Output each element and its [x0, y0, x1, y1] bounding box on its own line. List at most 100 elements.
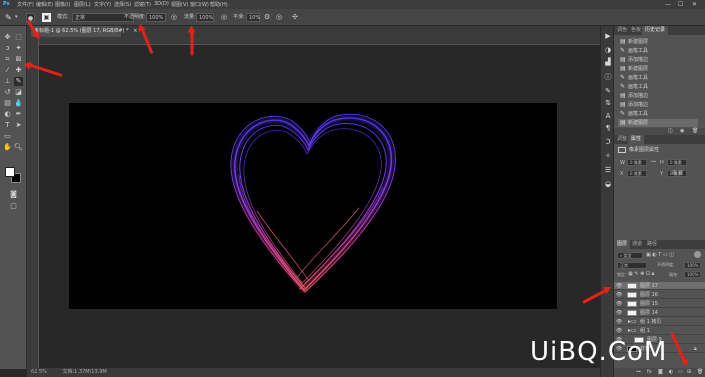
- tab-layers[interactable]: 图层: [614, 240, 631, 249]
- history-item[interactable]: ✎ 画笔工具: [618, 110, 698, 118]
- play-icon[interactable]: ▶: [604, 32, 612, 40]
- glyphs-icon[interactable]: ℑ: [604, 138, 612, 146]
- menu-item-file[interactable]: 文件(F): [17, 1, 34, 8]
- blend-mode-select[interactable]: 正常: [617, 262, 647, 269]
- eye-icon[interactable]: 👁︎: [616, 291, 622, 299]
- airbrush-icon[interactable]: ◎: [221, 13, 227, 22]
- history-item[interactable]: ✎ 画笔工具: [618, 47, 698, 55]
- history-item[interactable]: ✎ 画笔工具: [618, 74, 698, 82]
- group-row[interactable]: 👁︎ ▸▭ 组 1: [614, 327, 705, 335]
- filter-toggle[interactable]: [694, 251, 701, 258]
- clone-source-icon[interactable]: ⇅: [604, 99, 612, 107]
- type-tool-icon[interactable]: T: [3, 121, 12, 130]
- magic-wand-icon[interactable]: ✦: [14, 44, 23, 53]
- smoothing-field[interactable]: 10%: [246, 13, 260, 22]
- trash-icon[interactable]: 🗑︎: [692, 128, 698, 134]
- history-item[interactable]: ▤ 添加描边: [618, 92, 698, 100]
- menu-item-help[interactable]: 帮助(H): [210, 1, 228, 8]
- history-item[interactable]: ▤ 添加描边: [618, 56, 698, 64]
- eye-icon[interactable]: 👁︎: [616, 282, 622, 290]
- eye-icon[interactable]: 👁︎: [616, 327, 622, 335]
- menu-item-edit[interactable]: 编辑(E): [36, 1, 53, 8]
- dodge-tool-icon[interactable]: ◐: [3, 110, 12, 119]
- lock-icons[interactable]: ▦ ✎ ✥ ⊡ 🔒︎: [628, 271, 654, 277]
- clone-stamp-icon[interactable]: ⊥: [3, 77, 12, 86]
- path-selection-icon[interactable]: ➤: [14, 121, 23, 130]
- brush-settings-icon[interactable]: ✎: [604, 87, 612, 95]
- history-item[interactable]: ▤ 新建图层: [618, 38, 698, 46]
- adjustment-layer-icon[interactable]: ◐: [669, 369, 673, 375]
- foreground-color-swatch[interactable]: [5, 167, 15, 177]
- menu-item-select[interactable]: 选择(S): [114, 1, 131, 8]
- document-canvas[interactable]: [69, 103, 557, 309]
- menu-item-filter[interactable]: 滤镜(T): [134, 1, 151, 8]
- brush-settings-icon[interactable]: ▣: [42, 13, 51, 22]
- menu-item-image[interactable]: 图像(I): [55, 1, 70, 8]
- mask-icon[interactable]: ◙: [658, 369, 663, 375]
- new-layer-icon[interactable]: ⊞: [687, 369, 691, 375]
- opacity-field[interactable]: 100%: [146, 13, 166, 22]
- gear-icon[interactable]: ⚙: [264, 13, 270, 22]
- adjust-icon[interactable]: ◒: [604, 180, 612, 188]
- zoom-tool-icon[interactable]: 🔍︎: [14, 143, 23, 152]
- history-item[interactable]: ✎ 画笔工具: [618, 83, 698, 91]
- layer-row[interactable]: 👁︎ 图层 15: [614, 300, 705, 308]
- pressure-opacity-icon[interactable]: ◎: [171, 13, 177, 22]
- height-field[interactable]: 0 像素: [667, 159, 687, 166]
- blur-tool-icon[interactable]: 💧: [14, 99, 23, 108]
- info-icon[interactable]: ⓘ: [604, 73, 612, 81]
- close-button[interactable]: ✕: [692, 1, 697, 8]
- eye-icon[interactable]: 👁︎: [616, 300, 622, 308]
- layer-opacity-field[interactable]: 100%: [684, 262, 701, 269]
- trash-icon[interactable]: 🗑︎: [697, 369, 703, 375]
- group-row[interactable]: 👁︎ ▸▭ 组 1 拷贝: [614, 318, 705, 326]
- x-field[interactable]: 0 像素: [627, 170, 647, 177]
- styles-icon[interactable]: ✧: [604, 152, 612, 160]
- layer-row[interactable]: 👁︎ 图层 16: [614, 291, 705, 299]
- menu-item-type[interactable]: 文字(Y): [94, 1, 111, 8]
- layer-row[interactable]: 👁︎ 图层 14: [614, 309, 705, 317]
- layer-filter-icons[interactable]: ▣ ◐ T ▭ ◫: [646, 252, 674, 258]
- brush-tool-icon[interactable]: ✎: [5, 13, 12, 22]
- menu-item-window[interactable]: 窗口(W): [190, 1, 209, 8]
- frame-tool-icon[interactable]: ⊠: [14, 55, 23, 64]
- tab-properties[interactable]: 属性: [628, 135, 645, 144]
- gradient-tool-icon[interactable]: ▤: [3, 99, 12, 108]
- fx-icon[interactable]: fx: [647, 369, 652, 375]
- menu-item-layer[interactable]: 图层(L): [74, 1, 91, 8]
- flow-field[interactable]: 100%: [196, 13, 214, 22]
- symmetry-icon[interactable]: ✣: [292, 13, 298, 22]
- marquee-tool-icon[interactable]: ⬚: [14, 33, 23, 42]
- tab-channels[interactable]: 通道: [629, 240, 645, 249]
- eye-icon[interactable]: 👁︎: [616, 318, 622, 326]
- histogram-icon[interactable]: ▟: [604, 58, 612, 66]
- pen-tool-icon[interactable]: ✒: [14, 110, 23, 119]
- snapshot-icon[interactable]: ◫: [668, 128, 673, 134]
- tab-paths[interactable]: 路径: [644, 240, 660, 249]
- camera-icon[interactable]: ◉: [680, 128, 684, 134]
- history-item[interactable]: ▤ 添加描边: [618, 101, 698, 109]
- menu-item-3d[interactable]: 3D(D): [154, 1, 169, 7]
- history-brush-icon[interactable]: ↺: [3, 88, 12, 97]
- pressure-size-icon[interactable]: ◎: [276, 13, 282, 22]
- layer-row-selected[interactable]: 👁︎ 图层 17: [614, 282, 705, 290]
- tab-history[interactable]: 历史记录: [642, 26, 669, 35]
- eraser-icon[interactable]: ◪: [14, 88, 23, 97]
- eyedropper-icon[interactable]: ⁄: [3, 66, 12, 75]
- link-icon[interactable]: ⊶: [651, 159, 656, 165]
- lasso-tool-icon[interactable]: ↄ: [3, 44, 12, 53]
- minimize-button[interactable]: —: [665, 1, 671, 8]
- history-item-selected[interactable]: ▤ 新建图层: [618, 119, 698, 127]
- maximize-button[interactable]: ☐: [678, 1, 683, 8]
- shape-tool-icon[interactable]: ▭: [3, 132, 12, 141]
- move-tool-icon[interactable]: ✥: [3, 33, 12, 42]
- fill-field[interactable]: 100%: [684, 271, 701, 278]
- document-tab[interactable]: 未标题-1 @ 62.5% (图层 17, RGB/8#) * ×: [31, 26, 137, 37]
- color-icon[interactable]: ◑: [604, 46, 612, 54]
- libraries-icon[interactable]: ☰: [604, 166, 612, 174]
- screen-mode-icon[interactable]: ▢: [9, 202, 18, 211]
- zoom-level[interactable]: 62.5%: [31, 369, 47, 375]
- menu-item-view[interactable]: 视图(V): [171, 1, 188, 8]
- brush-tool-icon[interactable]: ✎: [14, 77, 23, 86]
- document-info[interactable]: 文档:1.37M/13.9M: [62, 369, 106, 375]
